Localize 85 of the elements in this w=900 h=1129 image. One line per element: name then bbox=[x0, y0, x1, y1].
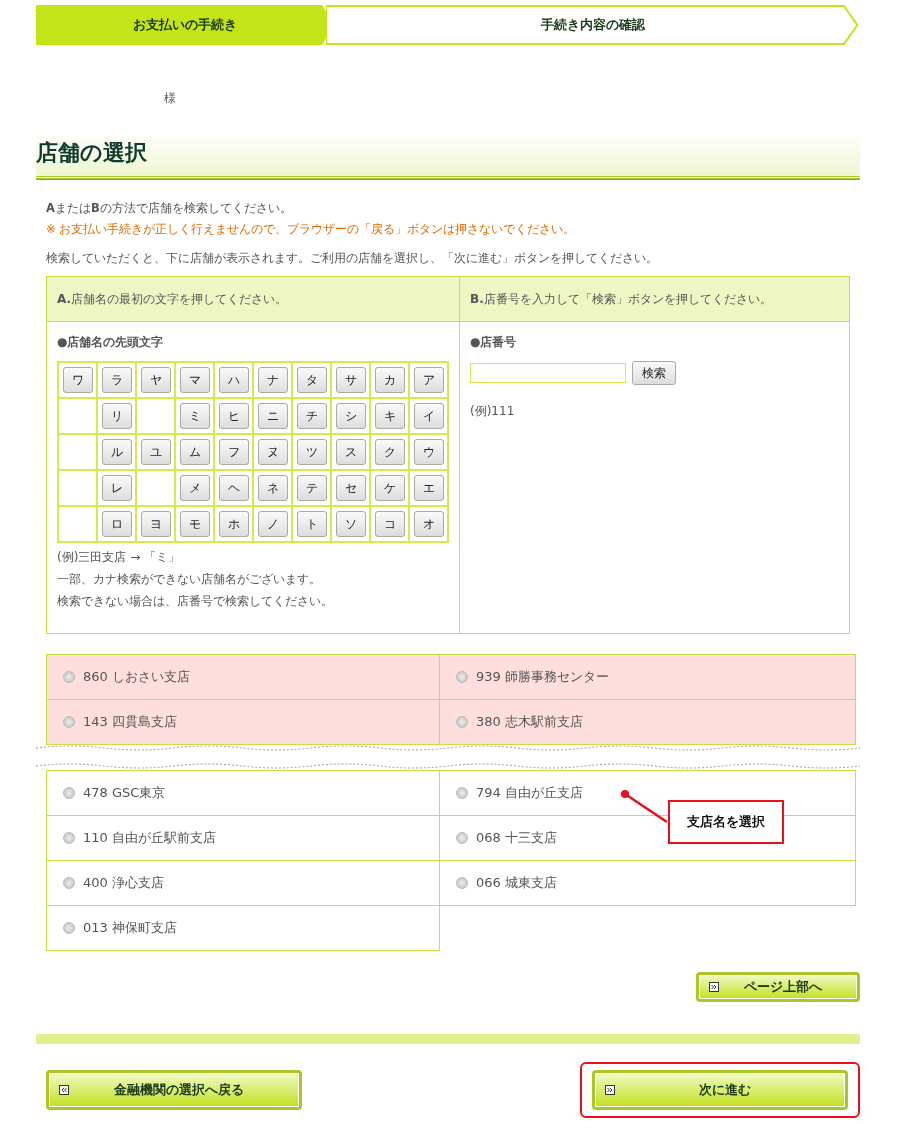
branch-option[interactable]: 066 城東支店 bbox=[439, 860, 856, 906]
customer-suffix: 様 bbox=[164, 91, 176, 105]
note-text: (例)三田支店 → 「ミ」 bbox=[57, 549, 182, 565]
kana-button[interactable]: ツ bbox=[296, 439, 327, 465]
kana-button[interactable]: カ bbox=[374, 367, 405, 393]
kana-button[interactable]: ル bbox=[101, 439, 132, 465]
kana-button[interactable]: ヘ bbox=[218, 475, 249, 501]
kana-button[interactable]: ホ bbox=[218, 511, 249, 537]
kana-button[interactable]: ケ bbox=[374, 475, 405, 501]
kana-button[interactable]: チ bbox=[296, 403, 327, 429]
radio-button[interactable] bbox=[63, 832, 75, 844]
store-number-field[interactable] bbox=[470, 363, 626, 383]
kana-button[interactable]: ナ bbox=[257, 367, 288, 393]
radio-button[interactable] bbox=[456, 671, 468, 683]
store-number-title: ●店番号 bbox=[470, 334, 518, 351]
kana-button[interactable]: リ bbox=[101, 403, 132, 429]
section-heading: 店舗の選択 bbox=[36, 132, 860, 179]
branch-option[interactable]: 860 しおさい支店 bbox=[46, 654, 440, 700]
section-b-header: B.店番号を入力して「検索」ボタンを押してください。 bbox=[460, 277, 849, 322]
kana-button[interactable]: フ bbox=[218, 439, 249, 465]
kana-button[interactable]: サ bbox=[335, 367, 366, 393]
kana-button[interactable]: ユ bbox=[140, 439, 171, 465]
kana-button[interactable]: ト bbox=[296, 511, 327, 537]
radio-button[interactable] bbox=[63, 716, 75, 728]
kana-button[interactable]: ネ bbox=[257, 475, 288, 501]
kana-button[interactable]: モ bbox=[179, 511, 210, 537]
kana-button[interactable]: ヤ bbox=[140, 367, 171, 393]
kana-button[interactable]: イ bbox=[413, 403, 444, 429]
kana-button[interactable]: ノ bbox=[257, 511, 288, 537]
kana-button[interactable]: ム bbox=[179, 439, 210, 465]
leader-line bbox=[621, 790, 667, 824]
kana-button[interactable]: ヌ bbox=[257, 439, 288, 465]
double-chevron-icon bbox=[59, 1085, 69, 1095]
kana-button[interactable]: ミ bbox=[179, 403, 210, 429]
branch-option[interactable]: 939 師勝事務センター bbox=[439, 654, 856, 700]
kana-button[interactable]: キ bbox=[374, 403, 405, 429]
kana-button[interactable]: ヒ bbox=[218, 403, 249, 429]
branch-option[interactable]: 013 神保町支店 bbox=[46, 905, 440, 951]
section-a-header: A.店舗名の最初の文字を押してください。 bbox=[47, 277, 459, 322]
search-button[interactable]: 検索 bbox=[632, 361, 676, 385]
radio-button[interactable] bbox=[456, 832, 468, 844]
radio-button[interactable] bbox=[63, 922, 75, 934]
kana-button[interactable]: ワ bbox=[62, 367, 93, 393]
kana-button[interactable]: テ bbox=[296, 475, 327, 501]
note-text: 検索できない場合は、店番号で検索してください。 bbox=[57, 593, 334, 609]
branch-option[interactable]: 478 GSC東京 bbox=[46, 770, 440, 816]
kana-button[interactable]: ア bbox=[413, 367, 444, 393]
kana-button[interactable]: タ bbox=[296, 367, 327, 393]
kana-button[interactable]: マ bbox=[179, 367, 210, 393]
radio-button[interactable] bbox=[63, 671, 75, 683]
branch-option[interactable]: 143 四貫島支店 bbox=[46, 699, 440, 745]
kana-button[interactable]: ウ bbox=[413, 439, 444, 465]
branch-option[interactable]: 380 志木駅前支店 bbox=[439, 699, 856, 745]
radio-button[interactable] bbox=[456, 787, 468, 799]
back-button[interactable]: 金融機関の選択へ戻る bbox=[46, 1070, 302, 1110]
note-text: 一部、カナ検索ができない店舗名がございます。 bbox=[57, 571, 322, 587]
annotation-callout: 支店名を選択 bbox=[668, 800, 784, 844]
kana-button[interactable]: オ bbox=[413, 511, 444, 537]
example-text: (例)111 bbox=[470, 403, 516, 419]
kana-button[interactable]: ニ bbox=[257, 403, 288, 429]
kana-button[interactable]: セ bbox=[335, 475, 366, 501]
radio-button[interactable] bbox=[456, 716, 468, 728]
kana-button[interactable]: コ bbox=[374, 511, 405, 537]
radio-button[interactable] bbox=[63, 877, 75, 889]
kana-button[interactable]: ラ bbox=[101, 367, 132, 393]
instruction-text: AまたはBの方法で店舗を検索してください。 bbox=[46, 201, 293, 216]
kana-button[interactable]: ク bbox=[374, 439, 405, 465]
kana-button[interactable]: ソ bbox=[335, 511, 366, 537]
instruction-text: 検索していただくと、下に店舗が表示されます。ご利用の店舗を選択し、「次に進む」ボタンを押してください。 bbox=[46, 251, 659, 266]
kana-button[interactable]: エ bbox=[413, 475, 444, 501]
kana-button[interactable]: レ bbox=[101, 475, 132, 501]
double-chevron-icon bbox=[709, 982, 719, 992]
kana-title: ●店舗名の先頭文字 bbox=[57, 334, 165, 351]
page-top-button[interactable]: ページ上部へ bbox=[696, 972, 860, 1002]
kana-button[interactable]: メ bbox=[179, 475, 210, 501]
double-chevron-icon bbox=[605, 1085, 615, 1095]
kana-button[interactable]: ハ bbox=[218, 367, 249, 393]
kana-button[interactable]: ヨ bbox=[140, 511, 171, 537]
instruction-text: ※ お支払い手続きが正しく行えませんので、ブラウザーの「戻る」ボタンは押さないでください。 bbox=[46, 222, 577, 237]
radio-button[interactable] bbox=[63, 787, 75, 799]
kana-button[interactable]: ロ bbox=[101, 511, 132, 537]
radio-button[interactable] bbox=[456, 877, 468, 889]
next-button[interactable]: 次に進む bbox=[592, 1070, 848, 1110]
kana-button[interactable]: ス bbox=[335, 439, 366, 465]
kana-button[interactable]: シ bbox=[335, 403, 366, 429]
